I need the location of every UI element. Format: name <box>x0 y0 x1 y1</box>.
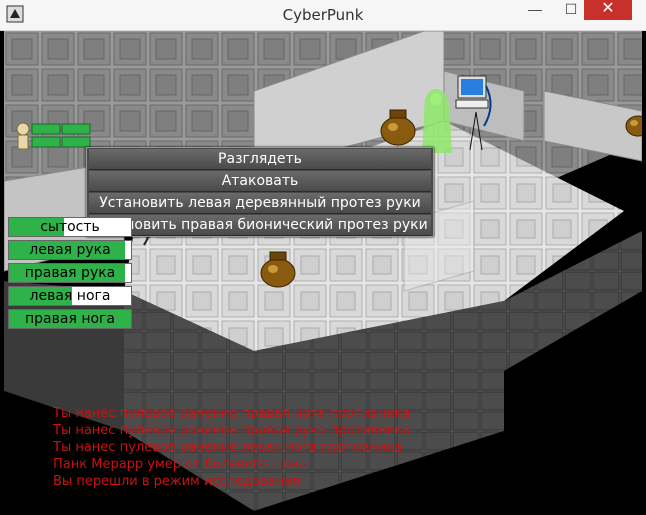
game-window: CyberPunk — ☐ ✕ Разглядеть Атаковать Уст… <box>0 0 646 515</box>
health-segment <box>31 136 61 148</box>
minimize-button[interactable]: — <box>520 0 550 20</box>
satiety-label: сытость <box>40 219 100 235</box>
title-bar[interactable]: CyberPunk — ☐ ✕ <box>0 0 646 31</box>
menu-item-attack[interactable]: Атаковать <box>89 171 431 192</box>
left-arm-label: левая рука <box>29 242 111 258</box>
status-bar-right-arm[interactable]: правая рука <box>8 263 132 283</box>
right-leg-label: правая нога <box>25 311 115 327</box>
status-bar-left-leg[interactable]: левая нога <box>8 286 132 306</box>
menu-item-install-right-arm[interactable]: Установить правая бионический протез рук… <box>89 215 431 236</box>
log-line: Вы перешли в режим исследования <box>53 474 301 489</box>
log-line: Панк Мерарр умер от болевого шока <box>53 457 308 472</box>
menu-item-install-left-arm[interactable]: Установить левая деревянный протез руки <box>89 193 431 214</box>
left-leg-label: левая нога <box>29 288 111 304</box>
right-arm-label: правая рука <box>24 265 116 281</box>
menu-item-inspect[interactable]: Разглядеть <box>89 149 431 170</box>
body-status-panel: сытость левая рука правая рука левая ног… <box>8 217 132 332</box>
log-line: Ты нанес пулевое ранение левая нога прот… <box>53 440 403 455</box>
health-segment <box>31 123 61 135</box>
log-line: Ты нанес пулевое ранение правая рука про… <box>53 423 411 438</box>
status-bar-right-leg[interactable]: правая нога <box>8 309 132 329</box>
status-bar-satiety[interactable]: сытость <box>8 217 132 237</box>
health-segment <box>61 136 91 148</box>
maximize-button[interactable]: ☐ <box>556 0 586 20</box>
log-line: Ты нанес пулевое ранение правая нога про… <box>53 406 411 421</box>
close-button[interactable]: ✕ <box>584 0 632 20</box>
health-segment <box>61 123 91 135</box>
context-menu: Разглядеть Атаковать Установить левая де… <box>86 147 434 237</box>
combat-log: Ты нанес пулевое ранение правая нога про… <box>53 405 473 490</box>
status-bar-left-arm[interactable]: левая рука <box>8 240 132 260</box>
